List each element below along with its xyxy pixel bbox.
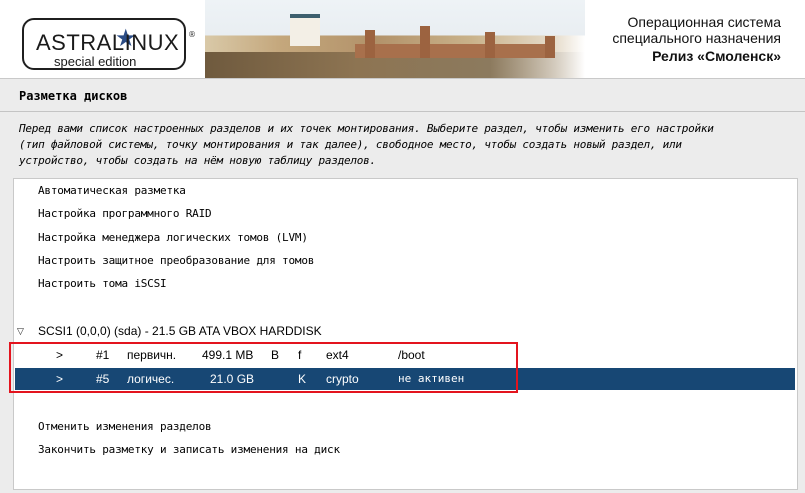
menu-item-raid[interactable]: Настройка программного RAID bbox=[38, 207, 212, 220]
description-line: устройство, чтобы создать на нём новую т… bbox=[19, 154, 376, 167]
divider bbox=[0, 111, 805, 112]
kremlin-photo bbox=[205, 0, 585, 78]
menu-item-auto-partition[interactable]: Автоматическая разметка bbox=[38, 184, 186, 197]
registered-mark: ® bbox=[188, 30, 196, 39]
description: Перед вами список настроенных разделов и… bbox=[19, 121, 799, 169]
menu-item-lvm[interactable]: Настройка менеджера логических томов (LV… bbox=[38, 231, 308, 244]
menu-item-finish-partitioning[interactable]: Закончить разметку и записать изменения … bbox=[38, 443, 340, 456]
astra-logo: ★ ASTRALINUX ® special edition bbox=[22, 18, 196, 70]
disk-label: SCSI1 (0,0,0) (sda) - 21.5 GB ATA VBOX H… bbox=[38, 324, 322, 338]
header-banner: ★ ASTRALINUX ® special edition Операцион… bbox=[0, 0, 805, 79]
partition-list[interactable]: Автоматическая разметка Настройка програ… bbox=[13, 178, 798, 490]
highlight-box bbox=[9, 342, 518, 393]
menu-item-crypto[interactable]: Настроить защитное преобразование для то… bbox=[38, 254, 314, 267]
disk-row[interactable]: ▽ SCSI1 (0,0,0) (sda) - 21.5 GB ATA VBOX… bbox=[14, 323, 797, 341]
logo-text: ASTRALINUX bbox=[36, 30, 180, 55]
description-line: Перед вами список настроенных разделов и… bbox=[19, 122, 714, 135]
os-name-line2: специального назначения bbox=[612, 30, 781, 46]
logo-subtitle: special edition bbox=[54, 54, 137, 69]
menu-item-undo-changes[interactable]: Отменить изменения разделов bbox=[38, 420, 212, 433]
release-name: Релиз «Смоленск» bbox=[652, 48, 781, 64]
page-title: Разметка дисков bbox=[19, 89, 128, 103]
os-name-line1: Операционная система bbox=[627, 14, 781, 30]
triangle-down-icon[interactable]: ▽ bbox=[17, 326, 24, 337]
menu-item-iscsi[interactable]: Настроить тома iSCSI bbox=[38, 277, 167, 290]
description-line: (тип файловой системы, точку монтировани… bbox=[19, 138, 682, 151]
